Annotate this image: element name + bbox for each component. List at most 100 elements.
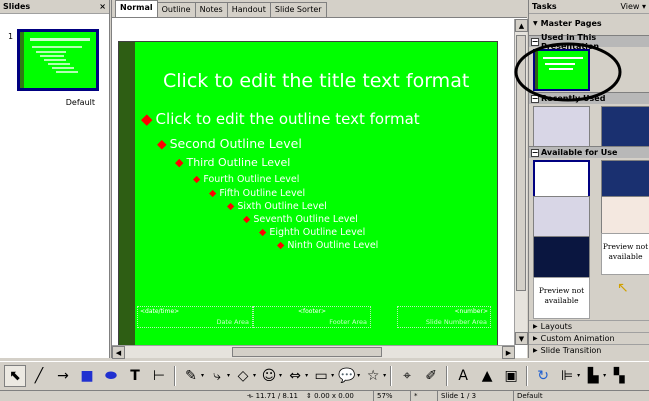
preview-unavailable-2[interactable]: Preview not available — [533, 277, 590, 319]
from-file-icon[interactable]: ▲ — [476, 365, 498, 387]
position-icon: ⟛ — [247, 391, 256, 400]
curve-icon[interactable]: ✎ — [180, 365, 202, 387]
outline-level-1[interactable]: ◆ Click to edit the outline text format — [141, 110, 420, 128]
editor-area: Normal Outline Notes Handout Slide Sorte… — [111, 0, 528, 359]
outline-level-8[interactable]: ◆ Eighth Outline Level — [259, 227, 365, 238]
thumb-line — [40, 55, 64, 57]
dropdown-arrow-icon[interactable]: ▾ — [383, 372, 386, 379]
arrow-line-icon[interactable]: → — [52, 365, 74, 387]
stars-icon[interactable]: ☆ — [362, 365, 384, 387]
horizontal-scrollbar[interactable]: ◀ ▶ — [112, 345, 515, 359]
number-field: <number> — [454, 308, 488, 315]
master-thumb-available-5[interactable] — [533, 236, 590, 278]
thumb-line — [44, 59, 66, 61]
mouse-pointer-icon: ↖ — [617, 280, 629, 296]
dropdown-arrow-icon[interactable]: ▾ — [331, 372, 334, 379]
dropdown-arrow-icon[interactable]: ▾ — [603, 372, 606, 379]
highlight-circle — [514, 42, 622, 102]
task-custom-animation[interactable]: ▶ Custom Animation — [529, 332, 649, 344]
task-slide-transition[interactable]: ▶ Slide Transition — [529, 344, 649, 356]
align-icon[interactable]: ⊫ — [556, 365, 578, 387]
scroll-right-icon[interactable]: ▶ — [502, 346, 515, 359]
dropdown-arrow-icon[interactable]: ▾ — [305, 372, 308, 379]
available-for-use-section: − Available for Use — [529, 146, 649, 158]
fontwork-icon[interactable]: A — [452, 365, 474, 387]
task-layouts[interactable]: ▶ Layouts — [529, 320, 649, 332]
block-arrows-icon[interactable]: ⇔ — [284, 365, 306, 387]
slide-thumbnail[interactable] — [17, 29, 99, 91]
slides-pane-title: Slides — [3, 2, 31, 11]
symbol-shapes-icon[interactable]: ☺ — [258, 365, 280, 387]
flowchart-icon[interactable]: ▭ — [310, 365, 332, 387]
callouts-icon[interactable]: 💬 — [336, 365, 358, 387]
shadow-icon[interactable]: ▚ — [608, 365, 630, 387]
footer-area[interactable]: <footer> Footer Area — [253, 306, 371, 328]
slide-number-area[interactable]: <number> Slide Number Area — [397, 306, 491, 328]
master-thumb-available-3[interactable] — [533, 196, 590, 238]
thumb-title — [30, 38, 90, 41]
outline-level-3[interactable]: ◆ Third Outline Level — [175, 156, 290, 169]
master-thumb-recent-1[interactable] — [533, 106, 590, 148]
tab-handout[interactable]: Handout — [226, 2, 271, 17]
dropdown-arrow-icon[interactable]: ▾ — [279, 372, 282, 379]
drawing-toolbar: ⬉ ╱ → ■ ⬬ T ⊢ ✎ ▾ ⤷ ▾ ◇ ▾ ☺ ▾ ⇔ ▾ ▭ ▾ 💬 ▾ ☆ ▾ ⌖ … — [0, 361, 649, 389]
dropdown-arrow-icon[interactable]: ▾ — [227, 372, 230, 379]
tab-slide-sorter[interactable]: Slide Sorter — [269, 2, 327, 17]
gluepoints-icon[interactable]: ✐ — [420, 365, 442, 387]
thumb-sidebar — [20, 32, 24, 88]
scroll-left-icon[interactable]: ◀ — [112, 346, 125, 359]
date-area-label: Date Area — [216, 318, 249, 326]
connector-icon[interactable]: ⤷ — [206, 365, 228, 387]
view-menu-button[interactable]: View ▾ — [620, 2, 646, 11]
dropdown-arrow-icon[interactable]: ▾ — [357, 372, 360, 379]
ellipse-icon[interactable]: ⬬ — [100, 365, 122, 387]
master-pages-heading[interactable]: ▼ Master Pages — [529, 17, 649, 29]
dropdown-arrow-icon[interactable]: ▾ — [577, 372, 580, 379]
text-icon[interactable]: T — [124, 365, 146, 387]
bullet-icon: ◆ — [259, 227, 267, 238]
date-field: <date/time> — [140, 308, 180, 315]
slides-pane: Slides × 1 Default — [0, 0, 110, 358]
master-thumb-available-4[interactable] — [601, 196, 649, 238]
dropdown-arrow-icon[interactable]: ▾ — [201, 372, 204, 379]
slide-sidebar — [119, 42, 135, 348]
basic-shapes-icon[interactable]: ◇ — [232, 365, 254, 387]
toolbar-separator — [526, 365, 529, 386]
preview-unavailable-1[interactable]: Preview not available — [601, 233, 649, 275]
outline-level-7[interactable]: ◆ Seventh Outline Level — [243, 214, 358, 225]
bullet-icon: ◆ — [227, 201, 235, 212]
tab-normal[interactable]: Normal — [115, 0, 158, 17]
expand-arrow-icon: ▶ — [533, 335, 538, 342]
dimension-line-icon[interactable]: ⊢ — [148, 365, 170, 387]
slide-number: 1 — [8, 32, 14, 41]
toolbar-separator — [390, 365, 393, 386]
title-placeholder[interactable]: Click to edit the title text format — [163, 70, 469, 92]
slide-canvas[interactable]: Click to edit the title text format ◆ Cli… — [112, 19, 515, 349]
horizontal-scroll-thumb[interactable] — [232, 347, 382, 357]
footer-area-label: Footer Area — [329, 318, 367, 326]
arrange-icon[interactable]: ▙ — [582, 365, 604, 387]
scroll-up-icon[interactable]: ▲ — [515, 19, 528, 32]
line-icon[interactable]: ╱ — [28, 365, 50, 387]
outline-level-6[interactable]: ◆ Sixth Outline Level — [227, 201, 327, 212]
outline-level-9[interactable]: ◆ Ninth Outline Level — [277, 240, 378, 251]
select-icon[interactable]: ⬉ — [4, 364, 26, 387]
tasks-list: ▶ Layouts ▶ Custom Animation ▶ Slide Transi… — [529, 320, 649, 356]
bullet-icon: ◆ — [243, 214, 251, 225]
available-for-use-header[interactable]: − Available for Use — [529, 146, 649, 158]
rectangle-icon[interactable]: ■ — [76, 365, 98, 387]
tab-outline[interactable]: Outline — [156, 2, 196, 17]
outline-level-4[interactable]: ◆ Fourth Outline Level — [193, 174, 299, 185]
master-thumb-recent-2[interactable] — [601, 106, 649, 148]
slide-master[interactable]: Click to edit the title text format ◆ Cli… — [118, 41, 498, 349]
points-icon[interactable]: ⌖ — [396, 365, 418, 387]
tab-notes[interactable]: Notes — [194, 2, 228, 17]
rotate-icon[interactable]: ↻ — [532, 365, 554, 387]
date-area[interactable]: <date/time> Date Area — [137, 306, 253, 328]
outline-level-2[interactable]: ◆ Second Outline Level — [157, 136, 302, 151]
scroll-down-icon[interactable]: ▼ — [515, 332, 528, 345]
extrusion-icon[interactable]: ▣ — [500, 365, 522, 387]
close-icon[interactable]: × — [99, 2, 106, 11]
dropdown-arrow-icon[interactable]: ▾ — [253, 372, 256, 379]
outline-level-5[interactable]: ◆ Fifth Outline Level — [209, 188, 305, 199]
